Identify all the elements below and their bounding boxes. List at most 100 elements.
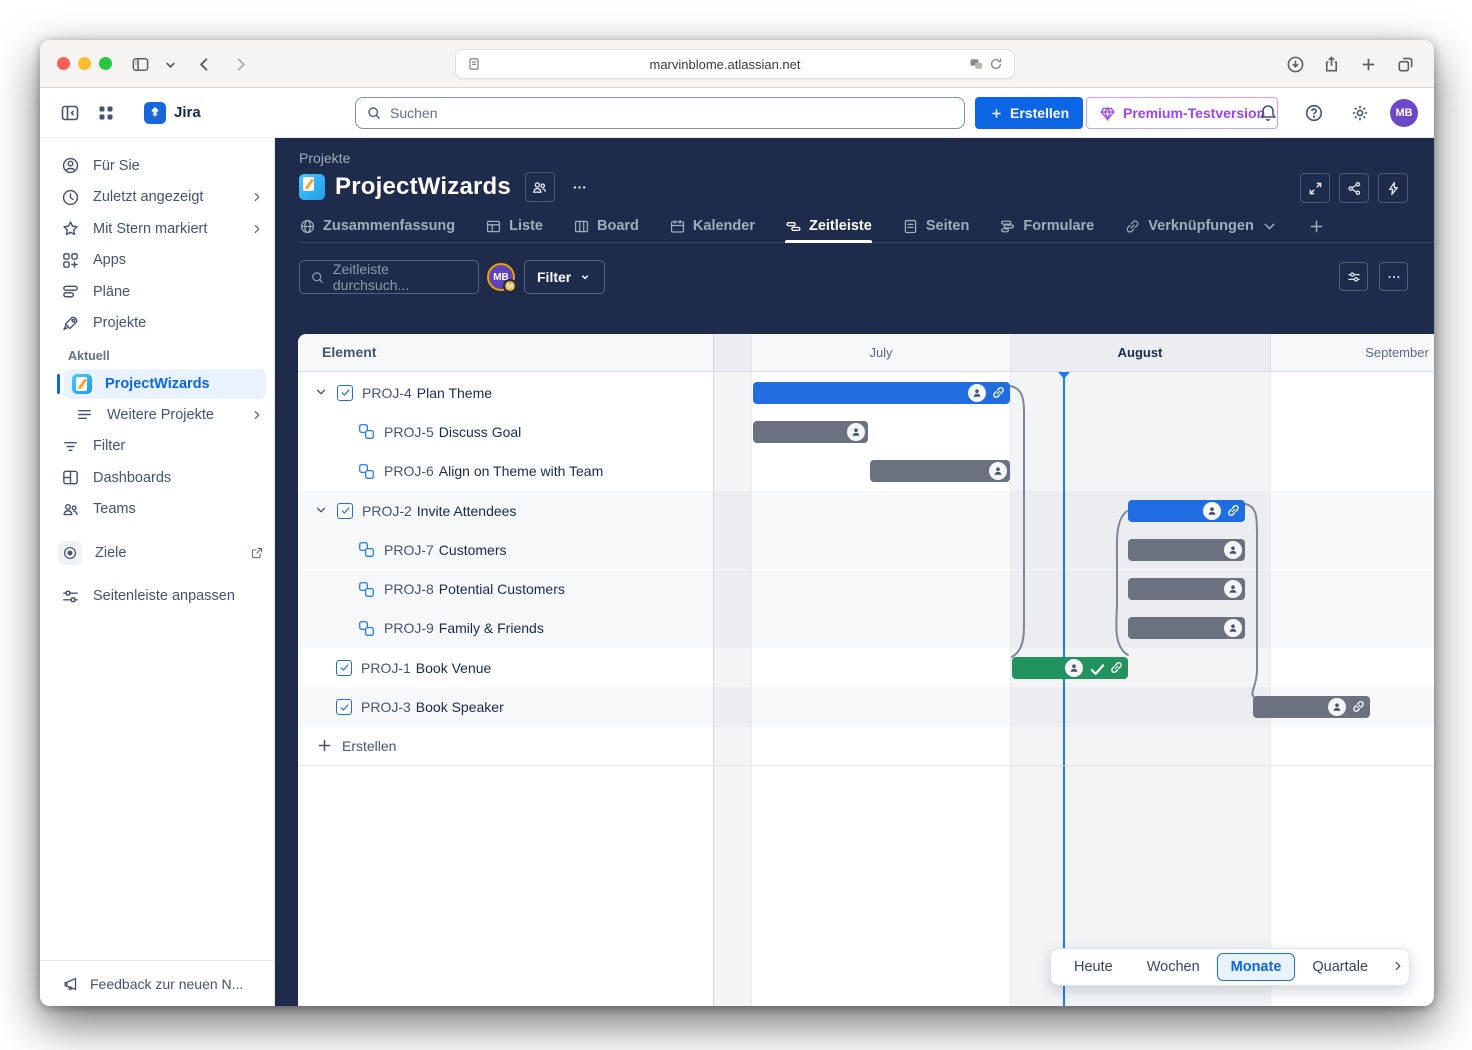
issue-summary: Potential Customers: [439, 581, 565, 597]
plus-icon: [1308, 218, 1325, 235]
element-column-header: Element: [322, 344, 376, 360]
timeline-row-PROJ-6[interactable]: PROJ-6 Align on Theme with Team: [298, 452, 1434, 491]
assignee-avatar-icon: [1065, 659, 1083, 677]
jira-logo[interactable]: [144, 102, 166, 124]
sidebar-item-dashboards[interactable]: Dashboards: [40, 462, 274, 494]
tab-kalender[interactable]: Kalender: [669, 210, 755, 242]
jira-app-name: Jira: [174, 104, 201, 121]
minimize-window-button[interactable]: [78, 57, 91, 70]
settings-sliders-icon[interactable]: [1339, 262, 1368, 291]
timeline-search-input[interactable]: Zeitleiste durchsuch...: [299, 260, 479, 294]
people-icon[interactable]: [525, 172, 555, 202]
done-check-icon: [1088, 660, 1104, 676]
zoom-heute-button[interactable]: Heute: [1061, 954, 1126, 980]
global-search-input[interactable]: Suchen: [355, 97, 965, 129]
tab-liste[interactable]: Liste: [485, 210, 543, 242]
back-icon[interactable]: [192, 52, 216, 76]
issue-summary: Customers: [439, 542, 507, 558]
dashboards-icon: [60, 468, 80, 488]
new-tab-icon[interactable]: [1356, 52, 1380, 76]
tab-zusammenfassung[interactable]: Zusammenfassung: [299, 210, 455, 242]
sidebar-item-zuletzt-angezeigt[interactable]: Zuletzt angezeigt: [40, 182, 274, 214]
url-text[interactable]: marvinblome.atlassian.net: [484, 57, 966, 72]
gantt-bar-PROJ-1[interactable]: [1012, 657, 1128, 679]
address-bar[interactable]: marvinblome.atlassian.net: [455, 49, 1015, 79]
sidebar-item-filter[interactable]: Filter: [40, 431, 274, 463]
gantt-bar-PROJ-7[interactable]: [1128, 539, 1245, 561]
sidebar-item-ziele[interactable]: Ziele: [40, 537, 274, 569]
tab-overview-icon[interactable]: [1393, 52, 1417, 76]
create-issue-row[interactable]: Erstellen: [298, 727, 1434, 766]
gantt-bar-PROJ-5[interactable]: [753, 421, 868, 443]
chevron-down-icon[interactable]: [314, 385, 330, 401]
bell-icon[interactable]: [1252, 97, 1284, 129]
help-icon[interactable]: [1298, 97, 1330, 129]
tab-formulare[interactable]: Formulare: [999, 210, 1094, 242]
ellipsis-icon[interactable]: [565, 172, 595, 202]
share-nodes-icon[interactable]: [1339, 173, 1369, 203]
timeline-row-PROJ-8[interactable]: PROJ-8 Potential Customers: [298, 570, 1434, 609]
zoom-quartale-button[interactable]: Quartale: [1299, 954, 1381, 980]
tab-verknüpfungen[interactable]: Verknüpfungen: [1124, 210, 1278, 242]
gear-icon[interactable]: [1344, 97, 1376, 129]
tab-seiten[interactable]: Seiten: [902, 210, 970, 242]
chevron-down-icon[interactable]: [314, 503, 330, 519]
reader-icon[interactable]: [464, 54, 484, 74]
sidebar-toggle-icon[interactable]: [128, 52, 152, 76]
tab-add[interactable]: [1308, 210, 1325, 242]
filter-icon: [60, 436, 80, 456]
project-avatar: [299, 174, 325, 200]
share-icon[interactable]: [1319, 52, 1343, 76]
timeline-row-PROJ-1[interactable]: PROJ-1 Book Venue: [298, 648, 1434, 687]
assignee-avatar[interactable]: MB M: [487, 263, 515, 291]
premium-trial-button[interactable]: Premium-Testversion: [1086, 97, 1278, 129]
gantt-bar-PROJ-3[interactable]: [1253, 696, 1370, 718]
chevron-down-icon[interactable]: [158, 52, 182, 76]
filter-button[interactable]: Filter: [524, 260, 605, 294]
sidebar-item-feedback[interactable]: Feedback zur neuen N...: [40, 960, 274, 1006]
gantt-bar-PROJ-4[interactable]: [753, 382, 1010, 404]
more-icon[interactable]: [1379, 262, 1408, 291]
sidebar-section-aktuell: Aktuell: [40, 339, 274, 369]
chevron-right-icon[interactable]: [1391, 959, 1405, 975]
lightning-icon[interactable]: [1378, 173, 1408, 203]
download-icon[interactable]: [1283, 52, 1307, 76]
sidebar-item-pläne[interactable]: Pläne: [40, 276, 274, 308]
gantt-bar-PROJ-9[interactable]: [1128, 617, 1245, 639]
external-link-icon[interactable]: [250, 546, 264, 560]
sidebar-item-projectwizards[interactable]: ProjectWizards: [64, 369, 266, 399]
sidebar-item-mit-stern-markiert[interactable]: Mit Stern markiert: [40, 213, 274, 245]
app-switcher-icon[interactable]: [90, 97, 122, 129]
issue-checkbox[interactable]: [336, 699, 352, 715]
expand-icon[interactable]: [1300, 173, 1330, 203]
timeline-row-PROJ-2[interactable]: PROJ-2 Invite Attendees: [298, 491, 1434, 530]
timeline-row-PROJ-7[interactable]: PROJ-7 Customers: [298, 530, 1434, 569]
zoom-wochen-button[interactable]: Wochen: [1134, 954, 1213, 980]
tab-zeitleiste[interactable]: Zeitleiste: [785, 210, 872, 242]
breadcrumb[interactable]: Projekte: [299, 150, 350, 166]
sidebar-item-projekte[interactable]: Projekte: [40, 308, 274, 340]
translate-icon[interactable]: [966, 54, 986, 74]
timeline-row-PROJ-9[interactable]: PROJ-9 Family & Friends: [298, 609, 1434, 648]
gantt-bar-PROJ-6[interactable]: [870, 460, 1010, 482]
issue-checkbox[interactable]: [337, 385, 353, 401]
gantt-bar-PROJ-8[interactable]: [1128, 578, 1245, 600]
user-avatar[interactable]: MB: [1390, 99, 1418, 127]
sidebar-item-für-sie[interactable]: Für Sie: [40, 150, 274, 182]
sidebar-item-weitere-projekte[interactable]: Weitere Projekte: [40, 399, 274, 431]
create-button[interactable]: Erstellen: [975, 97, 1083, 129]
gantt-bar-PROJ-2[interactable]: [1128, 500, 1245, 522]
sidebar-item-seitenleiste-anpassen[interactable]: Seitenleiste anpassen: [40, 581, 274, 613]
zoom-window-button[interactable]: [99, 57, 112, 70]
tab-board[interactable]: Board: [573, 210, 639, 242]
issue-checkbox[interactable]: [337, 503, 353, 519]
forward-icon[interactable]: [228, 52, 252, 76]
sidebar-item-teams[interactable]: Teams: [40, 494, 274, 526]
sidebar-item-apps[interactable]: Apps: [40, 245, 274, 277]
reload-icon[interactable]: [986, 54, 1006, 74]
close-window-button[interactable]: [57, 57, 70, 70]
plans-icon: [60, 282, 80, 302]
collapse-sidebar-icon[interactable]: [54, 97, 86, 129]
issue-checkbox[interactable]: [336, 660, 352, 676]
zoom-monate-button[interactable]: Monate: [1217, 953, 1296, 981]
